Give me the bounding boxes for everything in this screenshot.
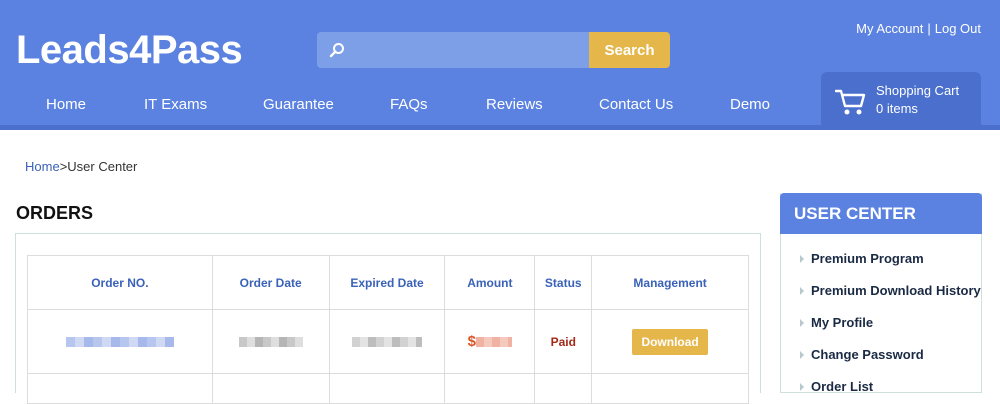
download-button[interactable]: Download (632, 328, 708, 355)
column-header-expired-date: Expired Date (328, 255, 446, 310)
site-logo[interactable]: Leads4Pass (16, 28, 243, 73)
cart-icon (835, 89, 866, 115)
shopping-cart[interactable]: Shopping Cart 0 items (821, 72, 981, 127)
orders-table: Order NO. Order Date Expired Date Amount… (27, 255, 749, 404)
column-header-amount: Amount (444, 255, 536, 310)
cart-count: 0 items (876, 101, 918, 116)
nav-item-it-exams[interactable]: IT Exams (144, 96, 207, 113)
search-button[interactable]: Search (589, 32, 670, 68)
caret-right-icon (800, 383, 804, 391)
sidebar-item-my-profile[interactable]: My Profile (811, 315, 873, 330)
column-header-order-no: Order NO. (27, 255, 213, 310)
search-input[interactable] (357, 32, 585, 68)
breadcrumb: Home>User Center (25, 159, 137, 174)
management-cell: Download (591, 309, 749, 374)
column-header-status: Status (534, 255, 593, 310)
nav-item-demo[interactable]: Demo (730, 96, 770, 113)
log-out-link[interactable]: Log Out (935, 21, 981, 36)
order-date-cell (211, 309, 330, 374)
nav-item-guarantee[interactable]: Guarantee (263, 96, 334, 113)
sidebar-item-order-list[interactable]: Order List (811, 379, 873, 394)
caret-right-icon (800, 255, 804, 263)
breadcrumb-home-link[interactable]: Home (25, 159, 60, 174)
breadcrumb-current: User Center (67, 159, 138, 174)
sidebar-item-change-password[interactable]: Change Password (811, 347, 924, 362)
orders-title: ORDERS (16, 203, 94, 223)
orders-panel: Order NO. Order Date Expired Date Amount… (15, 233, 761, 404)
user-center-header: USER CENTER (780, 193, 982, 234)
table-row (27, 373, 749, 404)
caret-right-icon (800, 319, 804, 327)
account-separator: | (927, 21, 931, 36)
status-cell: Paid (534, 309, 593, 374)
amount-currency: $ (467, 333, 477, 350)
caret-right-icon (800, 351, 804, 359)
account-links: My Account | Log Out (856, 21, 981, 36)
amount-cell: $ (444, 309, 536, 374)
order-number-cell (27, 309, 213, 374)
nav-item-reviews[interactable]: Reviews (486, 96, 543, 113)
nav-item-faqs[interactable]: FAQs (390, 96, 428, 113)
redacted-order-number (65, 337, 174, 348)
redacted-amount (476, 337, 513, 348)
expired-date-cell (328, 309, 446, 374)
column-header-order-date: Order Date (211, 255, 330, 310)
nav-item-home[interactable]: Home (46, 96, 86, 113)
sidebar-item-premium-download-history[interactable]: Premium Download History (811, 283, 981, 298)
nav-item-contact-us[interactable]: Contact Us (599, 96, 673, 113)
cart-title: Shopping Cart (876, 83, 960, 98)
search-box[interactable] (317, 32, 589, 68)
table-row: $ Paid Download (27, 309, 749, 374)
redacted-order-date (238, 337, 303, 348)
my-account-link[interactable]: My Account (856, 21, 923, 36)
caret-right-icon (800, 287, 804, 295)
user-center-title: USER CENTER (794, 204, 916, 223)
sidebar-item-premium-program[interactable]: Premium Program (811, 251, 924, 266)
search-icon (329, 43, 344, 58)
status-badge: Paid (550, 334, 576, 349)
table-header-row: Order NO. Order Date Expired Date Amount… (27, 255, 749, 310)
column-header-management: Management (591, 255, 749, 310)
redacted-expired-date (352, 337, 422, 348)
